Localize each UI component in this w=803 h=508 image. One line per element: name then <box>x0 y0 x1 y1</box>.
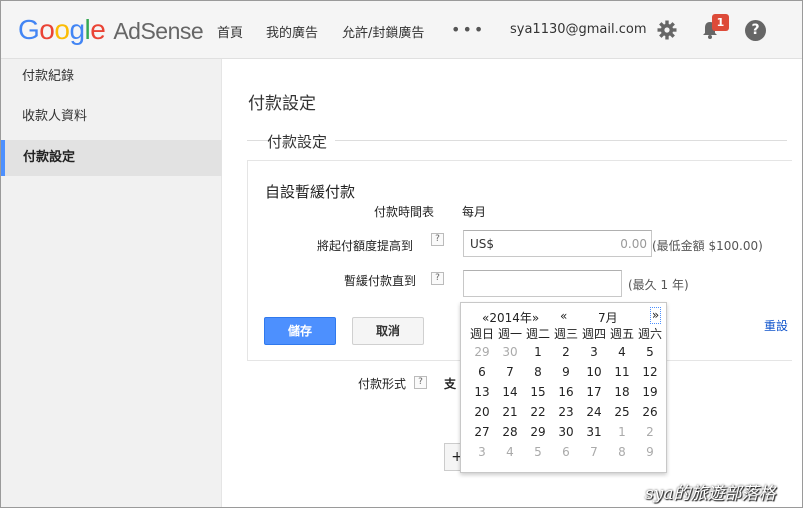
calendar-week: 20 21 22 23 24 25 26 <box>468 402 664 422</box>
calendar-day[interactable]: 5 <box>636 342 664 362</box>
nav-my-ads[interactable]: 我的廣告 <box>266 22 318 41</box>
calendar-day[interactable]: 4 <box>496 442 524 462</box>
hold-until-date-input[interactable] <box>463 270 622 297</box>
calendar-week: 29 30 1 2 3 4 5 <box>468 342 664 362</box>
sidebar-item-payment-settings[interactable]: 付款設定 <box>1 140 222 176</box>
calendar-day[interactable]: 8 <box>608 442 636 462</box>
payment-type-value: 支 <box>444 377 457 391</box>
calendar-day[interactable]: 6 <box>468 362 496 382</box>
calendar-day[interactable]: 18 <box>608 382 636 402</box>
calendar-day[interactable]: 28 <box>496 422 524 442</box>
calendar-day[interactable]: 19 <box>636 382 664 402</box>
calendar-next-month[interactable]: » <box>650 307 661 324</box>
nav-home[interactable]: 首頁 <box>217 22 243 41</box>
weekday-header: 週日 <box>469 326 494 341</box>
threshold-label: 將起付額度提高到 <box>317 239 414 253</box>
calendar-week: 6 7 8 9 10 11 12 <box>468 362 664 382</box>
weekday-header: 週五 <box>609 326 634 341</box>
date-picker-popup: «2014年» « 7月 » 週日 週一 週二 週三 週四 週五 週六 29 30 1 2 3 4 5 6… <box>460 302 667 473</box>
calendar-day[interactable]: 9 <box>636 442 664 462</box>
calendar-day[interactable]: 25 <box>608 402 636 422</box>
calendar-day[interactable]: 29 <box>524 422 552 442</box>
cancel-button[interactable]: 取消 <box>352 317 424 345</box>
calendar-day[interactable]: 15 <box>524 382 552 402</box>
calendar-day[interactable]: 1 <box>608 422 636 442</box>
sidebar-item-payee-profile[interactable]: 收款人資料 <box>1 99 222 135</box>
calendar-day[interactable]: 2 <box>552 342 580 362</box>
calendar-week: 27 28 29 30 31 1 2 <box>468 422 664 442</box>
calendar-day[interactable]: 6 <box>552 442 580 462</box>
page-title: 付款設定 <box>248 94 316 114</box>
schedule-label: 付款時間表 <box>374 205 435 219</box>
more-menu-icon[interactable]: ••• <box>451 20 485 39</box>
schedule-value: 每月 <box>462 205 487 219</box>
calendar-day[interactable]: 31 <box>580 422 608 442</box>
calendar-prev-month[interactable]: « <box>560 309 567 323</box>
section-title: 付款設定 <box>267 131 336 152</box>
calendar-day[interactable]: 5 <box>524 442 552 462</box>
calendar-day[interactable]: 24 <box>580 402 608 422</box>
calendar-day[interactable]: 3 <box>580 342 608 362</box>
account-email[interactable]: sya1130@gmail.com <box>510 22 647 37</box>
notification-badge[interactable]: 1 <box>712 14 729 31</box>
calendar-day[interactable]: 7 <box>496 362 524 382</box>
hold-hint: (最久 1 年) <box>628 278 689 292</box>
help-icon[interactable]: ? <box>745 20 766 41</box>
calendar-day[interactable]: 13 <box>468 382 496 402</box>
calendar-day[interactable]: 26 <box>636 402 664 422</box>
calendar-week: 13 14 15 16 17 18 19 <box>468 382 664 402</box>
calendar-day[interactable]: 30 <box>552 422 580 442</box>
calendar-grid: 週日 週一 週二 週三 週四 週五 週六 29 30 1 2 3 4 5 6 7 8 9 10 11 12 13 14 15… <box>468 324 664 462</box>
calendar-day[interactable]: 11 <box>608 362 636 382</box>
sidebar-item-payment-history[interactable]: 付款紀錄 <box>1 59 222 95</box>
weekday-header: 週六 <box>637 326 662 341</box>
sidebar: 付款紀錄 收款人資料 付款設定 <box>1 59 222 507</box>
calendar-day[interactable]: 23 <box>552 402 580 422</box>
calendar-day[interactable]: 8 <box>524 362 552 382</box>
save-button[interactable]: 儲存 <box>264 317 336 345</box>
payment-type-label: 付款形式 <box>358 377 407 391</box>
payment-type-help-icon[interactable]: ? <box>414 376 427 389</box>
calendar-day[interactable]: 30 <box>496 342 524 362</box>
calendar-day[interactable]: 29 <box>468 342 496 362</box>
panel-title: 自設暫緩付款 <box>265 183 356 201</box>
weekday-header: 週一 <box>497 326 522 341</box>
hold-until-label: 暫緩付款直到 <box>344 274 417 288</box>
calendar-day[interactable]: 17 <box>580 382 608 402</box>
top-bar: Google AdSense 首頁 我的廣告 允許/封鎖廣告 ••• sya113… <box>1 1 802 59</box>
calendar-day[interactable]: 1 <box>524 342 552 362</box>
calendar-day[interactable]: 9 <box>552 362 580 382</box>
calendar-day[interactable]: 2 <box>636 422 664 442</box>
calendar-day[interactable]: 21 <box>496 402 524 422</box>
gear-icon[interactable] <box>657 20 677 40</box>
calendar-day[interactable]: 3 <box>468 442 496 462</box>
adsense-logo[interactable]: Google AdSense <box>18 14 204 46</box>
threshold-input[interactable]: US$ 0.00 <box>463 230 652 257</box>
blog-watermark: sya的旅遊部落格 <box>645 484 776 504</box>
reset-link[interactable]: 重設 <box>764 317 794 334</box>
calendar-day[interactable]: 22 <box>524 402 552 422</box>
nav-allow-block-ads[interactable]: 允許/封鎖廣告 <box>342 22 424 41</box>
calendar-day[interactable]: 27 <box>468 422 496 442</box>
calendar-day[interactable]: 14 <box>496 382 524 402</box>
calendar-day[interactable]: 10 <box>580 362 608 382</box>
threshold-hint: (最低金額 $100.00) <box>652 239 763 253</box>
calendar-day[interactable]: 7 <box>580 442 608 462</box>
hold-help-icon[interactable]: ? <box>431 272 444 285</box>
calendar-week: 3456789 <box>468 442 664 462</box>
calendar-day[interactable]: 4 <box>608 342 636 362</box>
threshold-amount: 0.00 <box>620 237 647 251</box>
weekday-header: 週二 <box>525 326 550 341</box>
weekday-header: 週三 <box>553 326 578 341</box>
currency-prefix: US$ <box>470 237 495 251</box>
weekday-header: 週四 <box>581 326 606 341</box>
calendar-day[interactable]: 12 <box>636 362 664 382</box>
threshold-help-icon[interactable]: ? <box>431 233 444 246</box>
calendar-day[interactable]: 16 <box>552 382 580 402</box>
calendar-day[interactable]: 20 <box>468 402 496 422</box>
